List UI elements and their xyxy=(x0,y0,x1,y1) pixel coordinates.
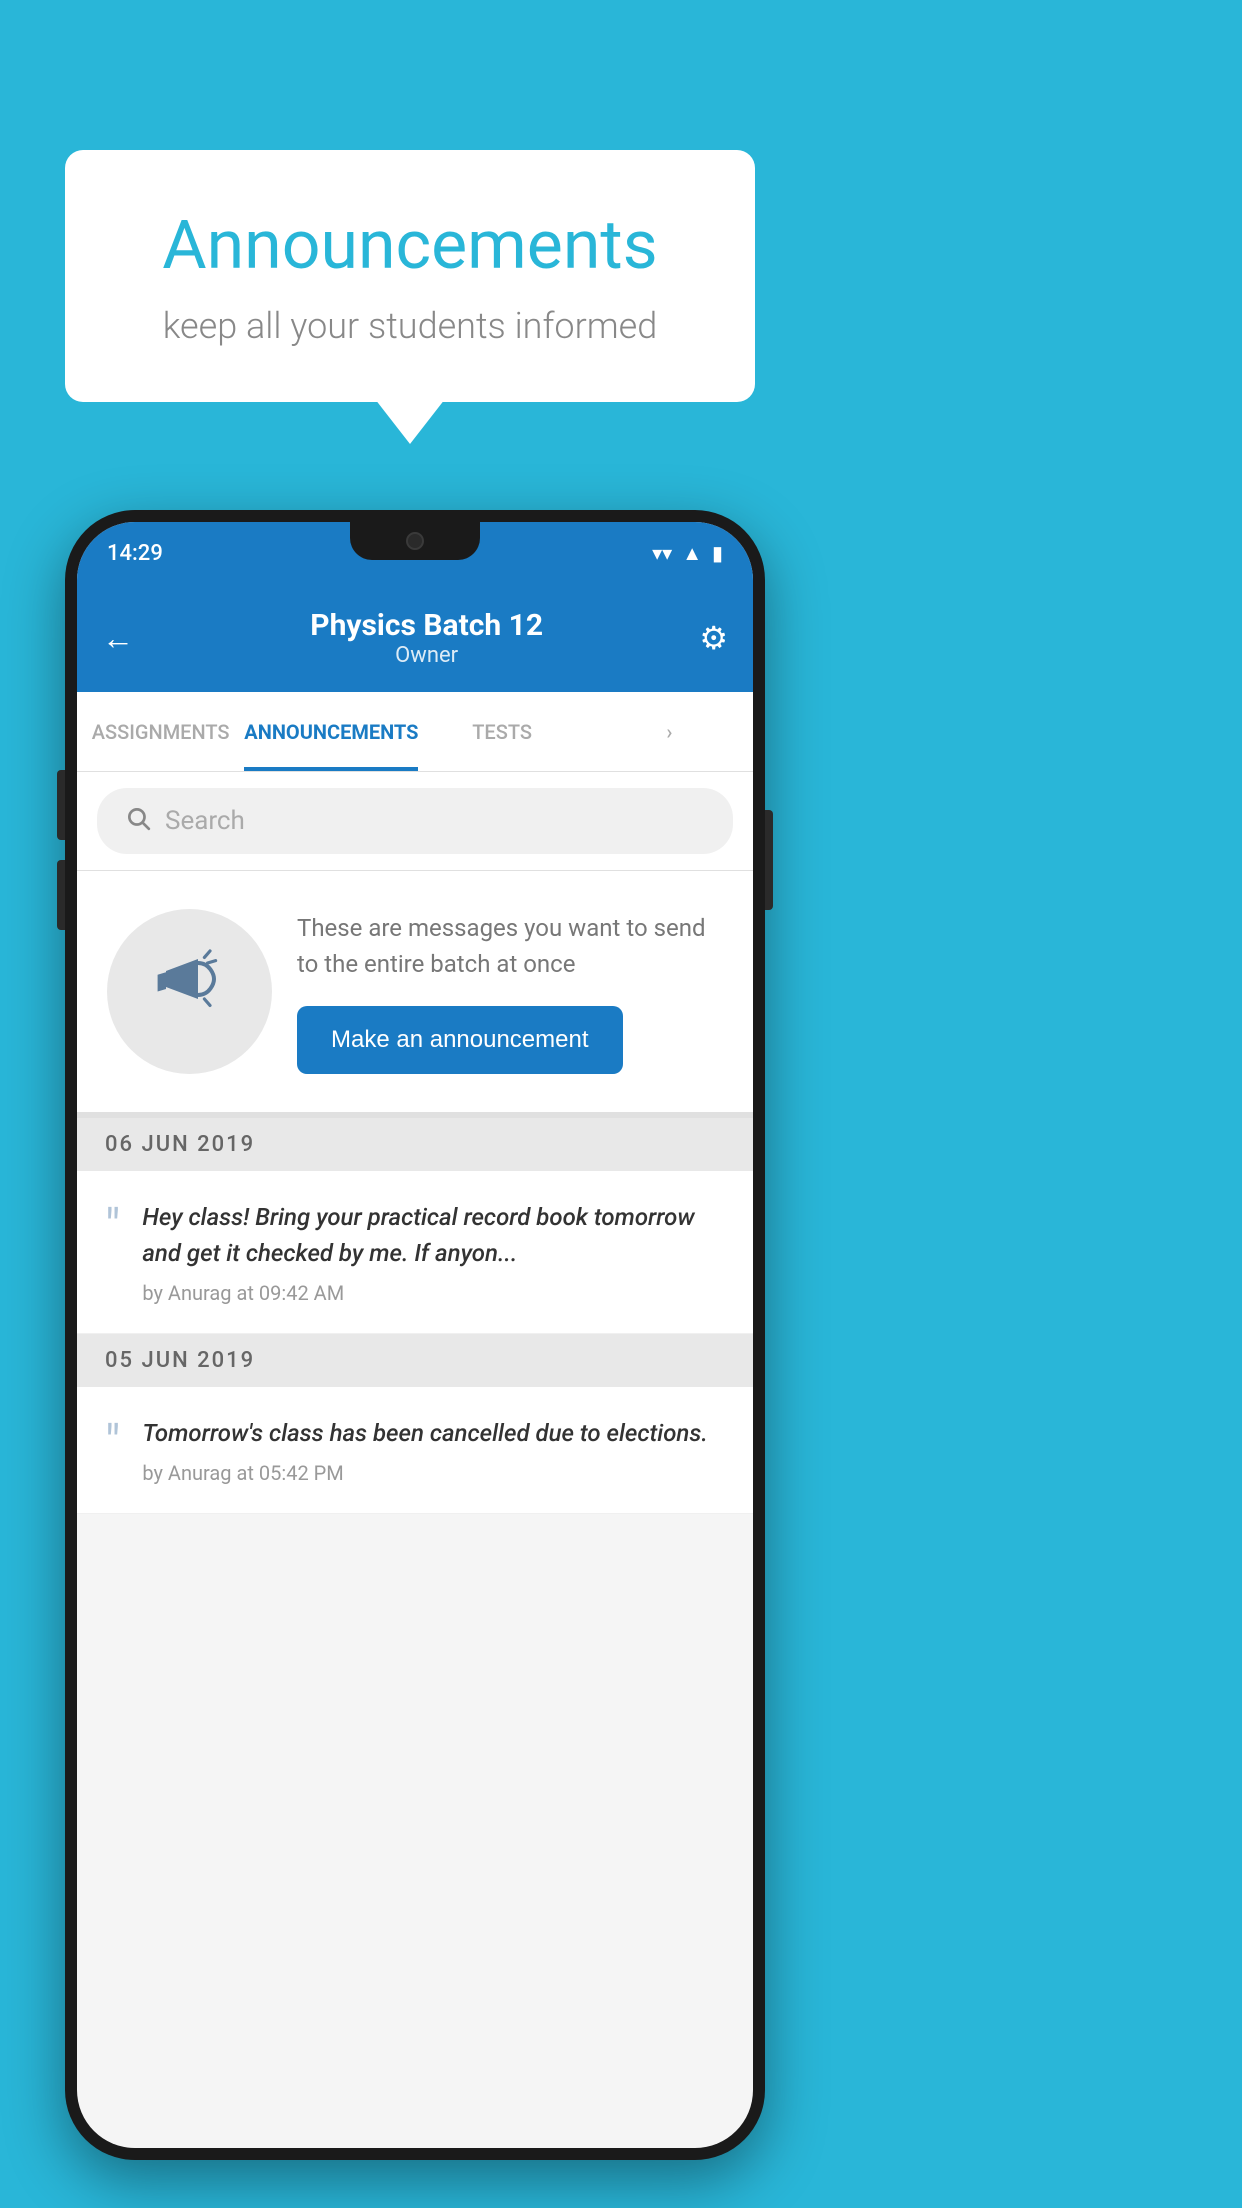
settings-icon[interactable]: ⚙ xyxy=(699,619,728,657)
date-divider-2: 05 JUN 2019 xyxy=(77,1334,753,1387)
announcement-message-1: Hey class! Bring your practical record b… xyxy=(142,1199,725,1271)
power-button xyxy=(765,810,773,910)
tab-bar: ASSIGNMENTS ANNOUNCEMENTS TESTS › xyxy=(77,692,753,772)
app-bar-title-section: Physics Batch 12 Owner xyxy=(154,608,699,668)
announcement-meta-2: by Anurag at 05:42 PM xyxy=(142,1461,725,1485)
app-bar-subtitle: Owner xyxy=(154,643,699,668)
speech-bubble-container: Announcements keep all your students inf… xyxy=(65,150,755,402)
announcement-promo: These are messages you want to send to t… xyxy=(77,871,753,1118)
signal-icon: ▲ xyxy=(682,541,702,566)
phone-frame: 14:29 ▾▾ ▲ ▮ ← Physics Batch 12 Owner ⚙ … xyxy=(65,510,765,2160)
date-label-1: 06 JUN 2019 xyxy=(105,1132,255,1157)
announcement-item-2[interactable]: " Tomorrow's class has been cancelled du… xyxy=(77,1387,753,1514)
announcement-content-1: Hey class! Bring your practical record b… xyxy=(142,1199,725,1305)
announcement-content-2: Tomorrow's class has been cancelled due … xyxy=(142,1415,725,1485)
make-announcement-button[interactable]: Make an announcement xyxy=(297,1006,623,1074)
search-bar-container: Search xyxy=(77,772,753,871)
status-icons: ▾▾ ▲ ▮ xyxy=(652,541,723,566)
vol-down-button xyxy=(57,860,65,930)
tab-assignments[interactable]: ASSIGNMENTS xyxy=(77,692,244,771)
date-label-2: 05 JUN 2019 xyxy=(105,1348,255,1373)
status-time: 14:29 xyxy=(107,541,163,566)
camera-notch xyxy=(406,532,424,550)
quote-icon-1: " xyxy=(105,1203,120,1251)
tab-announcements[interactable]: ANNOUNCEMENTS xyxy=(244,692,418,771)
wifi-icon: ▾▾ xyxy=(652,541,672,565)
speech-bubble: Announcements keep all your students inf… xyxy=(65,150,755,402)
quote-icon-2: " xyxy=(105,1419,120,1467)
phone-screen: 14:29 ▾▾ ▲ ▮ ← Physics Batch 12 Owner ⚙ … xyxy=(77,522,753,2148)
status-bar: 14:29 ▾▾ ▲ ▮ xyxy=(77,522,753,584)
announcement-message-2: Tomorrow's class has been cancelled due … xyxy=(142,1415,725,1451)
megaphone-icon xyxy=(150,943,230,1041)
date-divider-1: 06 JUN 2019 xyxy=(77,1118,753,1171)
tab-tests[interactable]: TESTS xyxy=(418,692,585,771)
search-icon xyxy=(125,805,151,838)
tab-more[interactable]: › xyxy=(586,692,753,771)
search-bar[interactable]: Search xyxy=(97,788,733,854)
battery-icon: ▮ xyxy=(712,541,723,565)
phone-notch xyxy=(350,522,480,560)
announcement-item-1[interactable]: " Hey class! Bring your practical record… xyxy=(77,1171,753,1334)
vol-up-button xyxy=(57,770,65,840)
promo-icon-circle xyxy=(107,909,272,1074)
back-button[interactable]: ← xyxy=(102,619,134,657)
app-bar: ← Physics Batch 12 Owner ⚙ xyxy=(77,584,753,692)
speech-bubble-title: Announcements xyxy=(125,205,695,285)
app-bar-title: Physics Batch 12 xyxy=(154,608,699,643)
promo-content: These are messages you want to send to t… xyxy=(297,910,723,1074)
announcement-meta-1: by Anurag at 09:42 AM xyxy=(142,1281,725,1305)
promo-text: These are messages you want to send to t… xyxy=(297,910,723,982)
search-placeholder: Search xyxy=(165,806,245,836)
speech-bubble-subtitle: keep all your students informed xyxy=(125,305,695,347)
